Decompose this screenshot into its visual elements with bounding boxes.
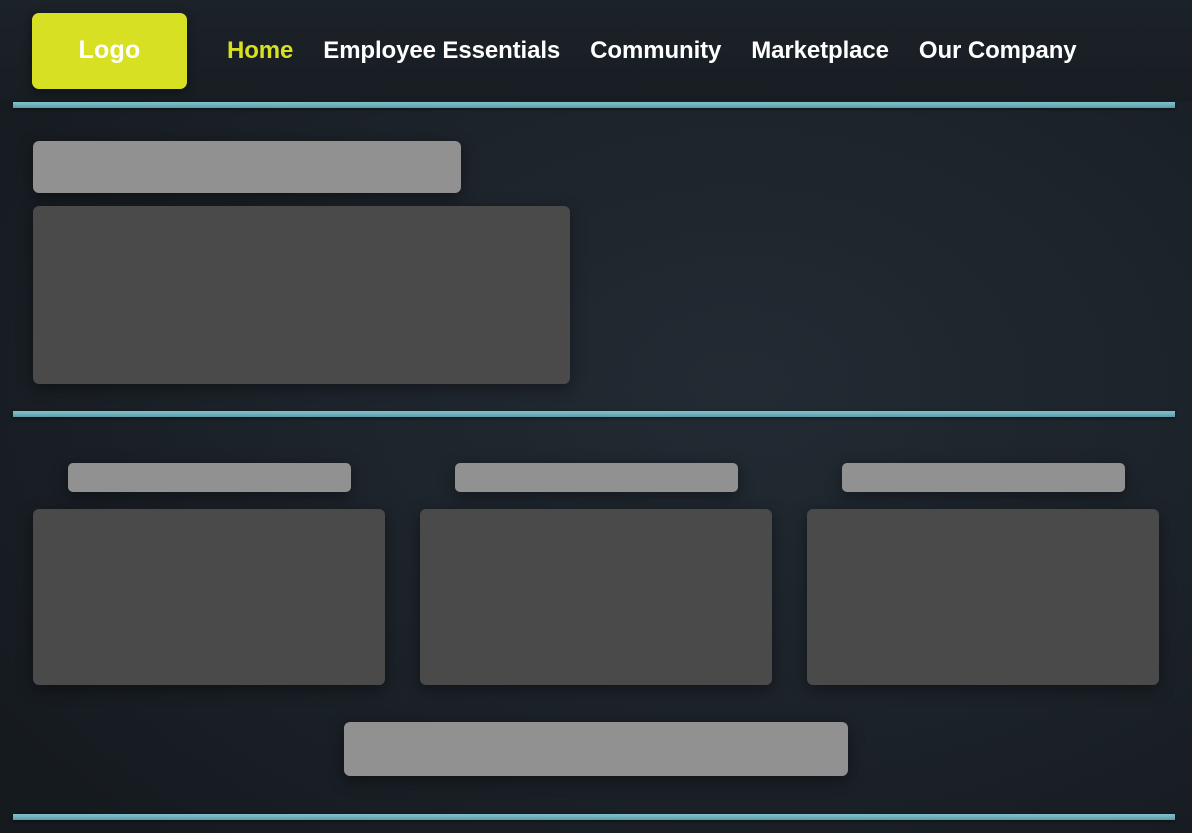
hero-content-placeholder	[33, 206, 570, 384]
nav-links: Home Employee Essentials Community Marke…	[227, 37, 1077, 65]
nav-link-marketplace[interactable]: Marketplace	[751, 37, 889, 65]
page-root: Logo Home Employee Essentials Community …	[0, 0, 1192, 833]
nav-link-home[interactable]: Home	[227, 37, 293, 65]
nav-link-community[interactable]: Community	[590, 37, 721, 65]
footer-cta-row	[0, 722, 1192, 776]
column-3-heading-placeholder	[841, 463, 1125, 492]
column-1-content-placeholder	[33, 509, 385, 685]
three-column-section	[0, 463, 1192, 685]
divider-above-footer	[13, 814, 1175, 820]
footer-cta-placeholder[interactable]	[344, 722, 848, 776]
column-2	[420, 463, 772, 685]
column-1	[33, 463, 385, 685]
column-3	[807, 463, 1159, 685]
column-3-content-placeholder	[807, 509, 1159, 685]
hero-heading-placeholder	[33, 141, 461, 193]
nav-link-employee-essentials[interactable]: Employee Essentials	[323, 37, 560, 65]
column-2-heading-placeholder	[454, 463, 738, 492]
logo-button[interactable]: Logo	[32, 12, 187, 89]
divider-below-navigation	[13, 102, 1175, 108]
divider-between-sections	[13, 411, 1175, 417]
column-2-content-placeholder	[420, 509, 772, 685]
column-1-heading-placeholder	[67, 463, 351, 492]
logo-label: Logo	[78, 36, 141, 64]
nav-link-our-company[interactable]: Our Company	[919, 37, 1077, 65]
main-navigation-bar: Logo Home Employee Essentials Community …	[0, 0, 1192, 101]
